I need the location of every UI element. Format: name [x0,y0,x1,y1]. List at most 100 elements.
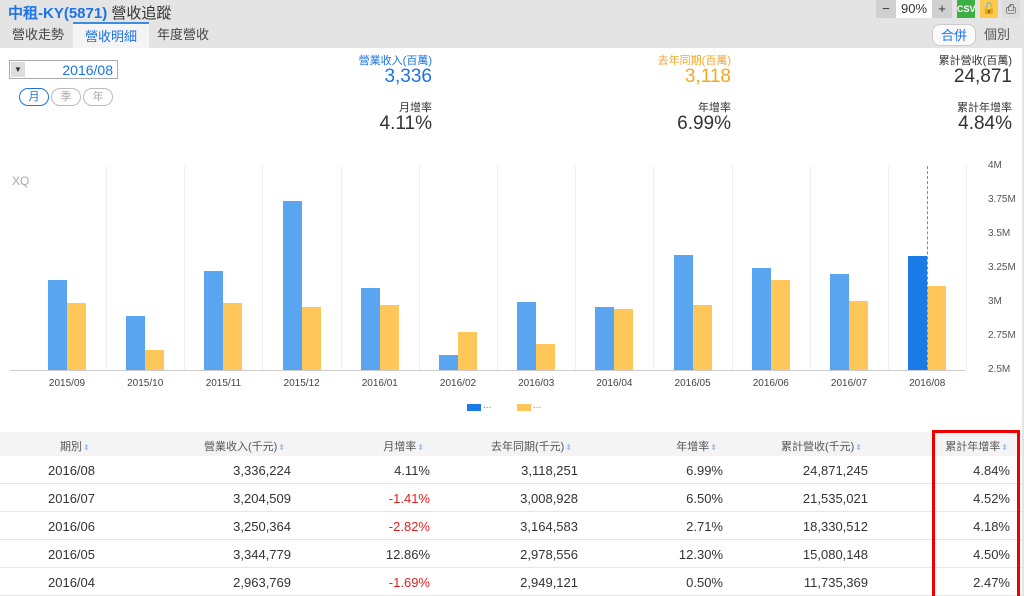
cell-yoy: 2.71% [686,519,723,534]
x-tick-label: 2016/02 [439,378,477,389]
cell-mom: -2.82% [388,519,430,534]
column-header-period[interactable]: 期別⬍ [60,438,90,454]
bar-revenue[interactable] [48,280,67,370]
cell-mom: -1.69% [388,575,430,590]
grid-line [262,166,264,370]
x-tick-label: 2015/11 [205,378,242,389]
column-header-label: 營業收入(千元) [203,441,278,453]
highlight-box [932,430,1020,596]
x-tick-label: 2015/12 [283,378,320,389]
sort-icon[interactable]: ⬍ [855,443,862,452]
column-header-label: 年增率 [676,441,710,453]
y-tick-label: 3.25M [988,262,1016,273]
cell-prev-year: 2,978,556 [520,547,578,562]
sort-icon[interactable]: ⬍ [710,443,717,452]
column-header-prev-year[interactable]: 去年同期(千元)⬍ [491,438,572,454]
x-tick-label: 2015/10 [127,378,164,389]
column-header-mom[interactable]: 月增率⬍ [383,438,424,454]
table-row: 2016/05 3,344,779 12.86% 2,978,556 12.30% 15,… [0,540,1022,568]
sort-icon[interactable]: ⬍ [417,443,424,452]
bar-prev-year[interactable] [927,285,947,370]
bar-prev-year[interactable] [849,300,868,370]
cell-revenue: 3,250,364 [233,519,291,534]
y-tick-label: 4M [988,160,1002,171]
bar-prev-year[interactable] [536,344,556,370]
bar-revenue[interactable] [673,255,693,370]
bar-revenue[interactable] [751,268,771,370]
column-header-label: 月增率 [383,441,417,453]
x-tick-label: 2016/03 [518,378,555,389]
grid-line [184,166,186,370]
x-tick-label: 2016/05 [674,378,711,389]
bar-prev-year[interactable] [67,303,86,370]
y-tick-label: 2.75M [988,330,1016,341]
bar-prev-year[interactable] [145,349,165,370]
cell-prev-year: 3,008,928 [520,491,578,506]
table-row: 2016/04 2,963,769 -1.69% 2,949,121 0.50% 11,7… [0,568,1022,596]
column-header-cumulative[interactable]: 累計營收(千元)⬍ [781,438,862,454]
column-header-revenue[interactable]: 營業收入(千元)⬍ [204,438,285,454]
table-row: 2016/08 3,336,224 4.11% 3,118,251 6.99% 24,87… [0,456,1022,484]
y-tick-label: 3.75M [988,194,1016,205]
sort-icon[interactable]: ⬍ [278,443,285,452]
cell-prev-year: 3,118,251 [521,463,578,478]
bar-prev-year[interactable] [223,303,243,370]
legend-label-revenue: ... [483,400,492,411]
bar-prev-year[interactable] [458,331,477,370]
bar-prev-year[interactable] [614,308,634,370]
table-row: 2016/06 3,250,364 -2.82% 3,164,583 2.71% 18,3… [0,512,1022,540]
bar-prev-year[interactable] [692,304,712,370]
column-header-label: 期別 [60,441,82,453]
bar-revenue[interactable] [517,302,537,370]
grid-line [731,166,733,370]
grid-line [809,166,811,370]
bar-prev-year[interactable] [301,307,321,370]
cell-mom: 12.86% [385,547,430,562]
grid-line [888,166,889,370]
cell-revenue: 3,344,779 [233,547,291,562]
y-tick-label: 3M [988,296,1002,307]
cell-mom: 4.11% [394,463,430,478]
bar-revenue[interactable] [204,270,224,370]
cell-yoy: 6.99% [686,463,723,478]
bar-revenue[interactable] [439,355,458,370]
x-tick-label: 2016/01 [361,378,398,389]
grid-line [653,166,655,370]
column-header-label: 去年同期(千元) [490,441,565,453]
cell-period: 2016/07 [48,491,95,506]
revenue-chart: 2.5M 2.75M 3M 3.25M 3.5M 3.75M 4M 2015/09 2015/1… [0,0,1024,430]
cell-cumulative: 18,330,512 [802,519,868,534]
bar-revenue[interactable] [830,274,849,370]
bar-revenue[interactable] [282,201,302,370]
legend-label-prev: ... [533,400,542,411]
cell-yoy: 12.30% [678,547,723,562]
crosshair-line [927,166,928,370]
x-tick-label: 2016/07 [830,378,868,389]
column-header-yoy[interactable]: 年增率⬍ [676,438,717,454]
grid-line [497,166,498,370]
cell-period: 2016/04 [48,575,95,590]
cell-period: 2016/08 [48,463,95,478]
x-tick-label: 2016/08 [909,378,946,389]
bar-revenue[interactable] [908,256,928,370]
bar-revenue[interactable] [595,306,615,370]
sort-icon[interactable]: ⬍ [565,443,572,452]
cell-revenue: 3,336,224 [233,463,291,478]
cell-yoy: 0.50% [686,575,723,590]
cell-cumulative: 11,735,369 [803,575,868,590]
bar-revenue[interactable] [126,315,146,370]
cell-prev-year: 3,164,583 [520,519,578,534]
sort-icon[interactable]: ⬍ [83,443,90,452]
cell-prev-year: 2,949,121 [520,575,578,590]
cell-mom: -1.41% [388,491,430,506]
cell-cumulative: 15,080,148 [802,547,868,562]
grid-line [106,166,107,370]
cell-period: 2016/05 [48,547,95,562]
grid-line [340,166,342,370]
cell-cumulative: 21,535,021 [802,491,868,506]
cell-revenue: 2,963,769 [233,575,291,590]
bar-revenue[interactable] [360,288,380,370]
bar-prev-year[interactable] [379,304,399,370]
y-tick-label: 3.5M [988,228,1011,239]
bar-prev-year[interactable] [770,279,790,370]
